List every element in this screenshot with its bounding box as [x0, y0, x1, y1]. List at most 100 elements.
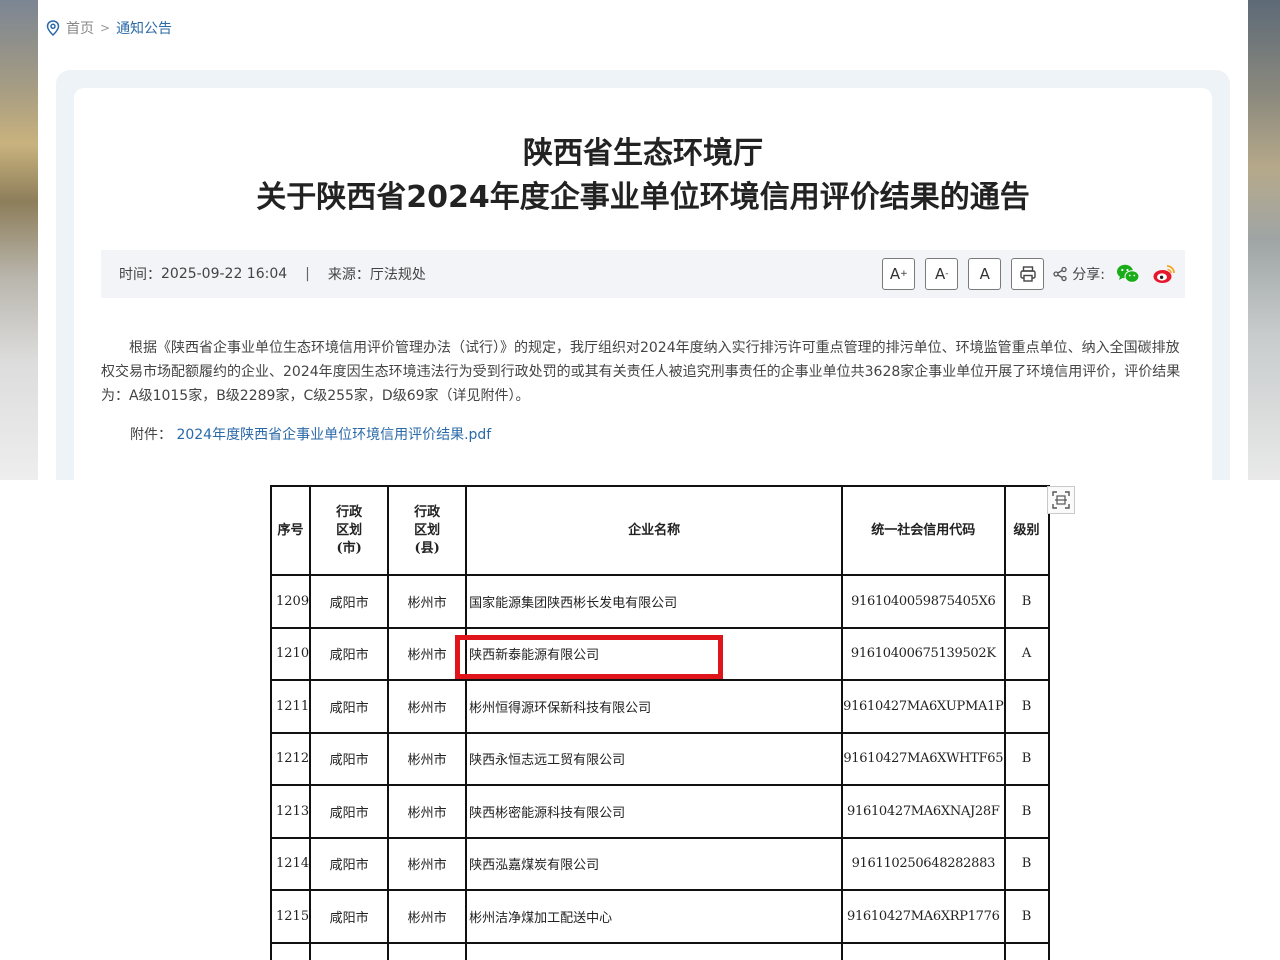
header-county-line3: (县)	[414, 540, 440, 556]
cell-city: 咸阳市	[309, 574, 390, 629]
cell-empty	[387, 941, 468, 960]
attachment-pdf-link[interactable]: 2024年度陕西省企事业单位环境信用评价结果.pdf	[176, 427, 491, 443]
cell-grade: A	[1003, 626, 1050, 681]
header-county-line2: 区划	[414, 522, 441, 538]
cell-city: 咸阳市	[309, 626, 390, 681]
cell-city: 咸阳市	[309, 784, 390, 839]
credit-rating-table: 序号 行政 区划 (市) 行政 区划 (县) 企业名称 统一社会信用代码 级别 …	[269, 485, 1050, 960]
cell-empty	[841, 941, 1006, 960]
cell-seq: 1210	[269, 626, 312, 681]
cell-grade: B	[1003, 889, 1050, 944]
article-meta-info: 时间： 2025-09-22 16:04 | 来源： 厅法规处	[119, 250, 426, 298]
header-city: 行政 区划 (市)	[309, 485, 390, 576]
meta-divider: |	[305, 266, 310, 282]
left-background-photo	[0, 0, 38, 480]
cell-seq: 1211	[269, 679, 312, 734]
header-city-line2: 区划	[336, 522, 363, 538]
cell-company-name: 陕西泓嘉煤炭有限公司	[465, 836, 844, 891]
header-grade: 级别	[1003, 485, 1050, 576]
font-reset-label: A	[979, 265, 990, 283]
cell-city: 咸阳市	[309, 889, 390, 944]
source-value: 厅法规处	[369, 267, 426, 283]
font-increase-label: A	[889, 265, 901, 283]
cell-grade: B	[1003, 836, 1050, 891]
cell-credit-code: 91610427MA6XWHTF65	[841, 731, 1006, 786]
cell-credit-code: 91610427MA6XNAJ28F	[841, 784, 1006, 839]
header-city-line3: (市)	[336, 540, 362, 556]
header-seq: 序号	[269, 485, 312, 576]
header-company-name: 企业名称	[465, 485, 844, 576]
article-title-line1: 陕西省生态环境厅	[523, 136, 763, 171]
share-label: 分享:	[1072, 267, 1105, 283]
table-row: 1215 咸阳市 彬州市 彬州洁净煤加工配送中心 91610427MA6XRP1…	[269, 889, 1050, 944]
breadcrumb-current-link[interactable]: 通知公告	[116, 18, 172, 38]
article-meta-bar: 时间： 2025-09-22 16:04 | 来源： 厅法规处 A+ A- A	[101, 250, 1185, 298]
article-title-line2: 关于陕西省2024年度企事业单位环境信用评价结果的通告	[256, 180, 1030, 215]
cell-empty	[309, 941, 390, 960]
table-row: 1209 咸阳市 彬州市 国家能源集团陕西彬长发电有限公司 9161040059…	[269, 574, 1050, 629]
cell-credit-code: 916110250648282883	[841, 836, 1006, 891]
header-county-line1: 行政	[414, 504, 441, 520]
table-row: 1211 咸阳市 彬州市 彬州恒得源环保新科技有限公司 91610427MA6X…	[269, 679, 1050, 734]
table-row: 1214 咸阳市 彬州市 陕西泓嘉煤炭有限公司 9161102506482828…	[269, 836, 1050, 891]
publish-time: 2025-09-22 16:04	[161, 266, 288, 282]
table-row: 1212 咸阳市 彬州市 陕西永恒志远工贸有限公司 91610427MA6XWH…	[269, 731, 1050, 786]
cell-credit-code: 91610400675139502K	[841, 626, 1006, 681]
cell-grade: B	[1003, 784, 1050, 839]
cell-company-name: 彬州洁净煤加工配送中心	[465, 889, 844, 944]
cell-county: 彬州市	[387, 836, 468, 891]
cell-county: 彬州市	[387, 574, 468, 629]
font-reset-button[interactable]: A	[968, 258, 1002, 290]
wechat-share-icon[interactable]	[1115, 261, 1141, 287]
right-background-photo	[1248, 0, 1280, 480]
cell-grade: B	[1003, 731, 1050, 786]
minus-icon: -	[945, 269, 949, 279]
share-icon	[1053, 266, 1067, 282]
font-decrease-button[interactable]: A-	[925, 258, 959, 290]
article-page: 首页 > 通知公告 陕西省生态环境厅 关于陕西省2024年度企事业单位环境信用评…	[38, 0, 1248, 500]
breadcrumb-home-link[interactable]: 首页	[66, 18, 94, 38]
printer-icon	[1020, 266, 1036, 282]
cell-empty	[269, 941, 312, 960]
cell-grade: B	[1003, 574, 1050, 629]
location-pin-icon	[46, 20, 60, 36]
breadcrumb: 首页 > 通知公告	[46, 18, 172, 38]
source-label: 来源：	[327, 267, 370, 283]
cell-city: 咸阳市	[309, 731, 390, 786]
scan-toggle-button[interactable]	[1047, 486, 1075, 514]
header-credit-code: 统一社会信用代码	[841, 485, 1006, 576]
cell-empty	[465, 941, 844, 960]
cell-seq: 1215	[269, 889, 312, 944]
scan-icon	[1052, 491, 1070, 509]
font-increase-button[interactable]: A +	[882, 258, 916, 290]
cell-company-name: 彬州恒得源环保新科技有限公司	[465, 679, 844, 734]
breadcrumb-separator: >	[100, 21, 111, 35]
print-button[interactable]	[1011, 258, 1045, 290]
cell-grade: B	[1003, 679, 1050, 734]
attachment-label: 附件：	[130, 427, 172, 443]
share-group: 分享:	[1052, 264, 1105, 284]
article-paragraph: 根据《陕西省企事业单位生态环境信用评价管理办法（试行）》的规定，我厅组织对202…	[101, 340, 1181, 404]
cell-seq: 1214	[269, 836, 312, 891]
cell-seq: 1212	[269, 731, 312, 786]
cell-seq: 1213	[269, 784, 312, 839]
cell-company-name: 陕西彬密能源科技有限公司	[465, 784, 844, 839]
attachment-line: 附件： 2024年度陕西省企事业单位环境信用评价结果.pdf	[130, 424, 491, 444]
scanned-table-area: 序号 行政 区划 (市) 行政 区划 (县) 企业名称 统一社会信用代码 级别 …	[0, 480, 1280, 960]
table-row: 1213 咸阳市 彬州市 陕西彬密能源科技有限公司 91610427MA6XNA…	[269, 784, 1050, 839]
table-header-row: 序号 行政 区划 (市) 行政 区划 (县) 企业名称 统一社会信用代码 级别	[269, 485, 1050, 576]
weibo-share-icon[interactable]	[1151, 261, 1177, 287]
cell-county: 彬州市	[387, 731, 468, 786]
cell-credit-code: 91610427MA6XUPMA1P	[841, 679, 1006, 734]
cell-city: 咸阳市	[309, 836, 390, 891]
table-row-partial	[269, 941, 1050, 960]
font-decrease-label: A	[935, 265, 946, 283]
cell-city: 咸阳市	[309, 679, 390, 734]
cell-company-name: 陕西永恒志远工贸有限公司	[465, 731, 844, 786]
article-tools: A + A- A 分享:	[882, 250, 1177, 298]
cell-county: 彬州市	[387, 889, 468, 944]
cell-credit-code: 9161040059875405X6	[841, 574, 1006, 629]
cell-empty	[1003, 941, 1050, 960]
red-highlight-box	[455, 635, 723, 679]
cell-seq: 1209	[269, 574, 312, 629]
